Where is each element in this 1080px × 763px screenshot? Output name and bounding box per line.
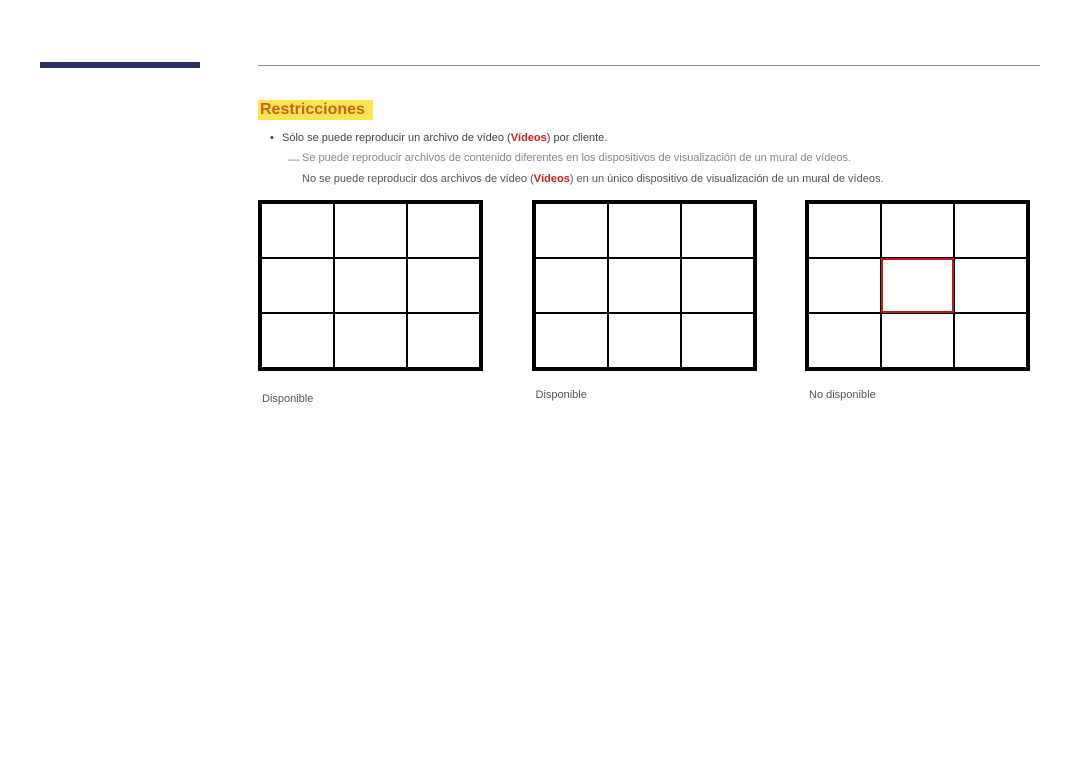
grid-cell — [535, 258, 608, 313]
dash-icon: ― — [288, 150, 302, 169]
grid-example-unavailable: No disponible — [805, 200, 1030, 405]
grid-caption: Disponible — [532, 389, 757, 401]
text-fragment: ) por cliente. — [547, 132, 608, 144]
list-item: • Sólo se puede reproducir un archivo de… — [270, 130, 1020, 148]
list-subitem-text: Se puede reproducir archivos de contenid… — [302, 150, 851, 168]
grid-caption: Disponible — [258, 393, 483, 405]
grid-cell — [608, 313, 681, 368]
list-subitem: ― Se puede reproducir archivos de conten… — [288, 150, 1020, 169]
grid-examples: Disponible Disponible No disponi — [258, 200, 1030, 405]
grid-example-available-1: Disponible — [258, 200, 483, 405]
section-title: Restricciones — [258, 100, 373, 120]
grid-cell — [261, 258, 334, 313]
list-subitem-text: No se puede reproducir dos archivos de v… — [302, 171, 884, 189]
text-fragment: No se puede reproducir dos archivos de v… — [302, 173, 534, 185]
grid-cell — [881, 203, 954, 258]
list-item-text: Sólo se puede reproducir un archivo de v… — [282, 130, 1020, 148]
restrictions-list: • Sólo se puede reproducir un archivo de… — [270, 130, 1020, 188]
grid-cell — [334, 203, 407, 258]
grid-cell — [334, 313, 407, 368]
grid-cell — [608, 258, 681, 313]
list-subitem: No se puede reproducir dos archivos de v… — [302, 171, 1020, 189]
grid-cell — [954, 258, 1027, 313]
grid-cell — [808, 258, 881, 313]
grid-cell-highlighted — [881, 258, 954, 313]
bullet-icon: • — [270, 130, 282, 148]
grid-cell — [261, 313, 334, 368]
grid-example-available-2: Disponible — [532, 200, 757, 405]
grid-cell — [954, 313, 1027, 368]
text-emphasis: Vídeos — [534, 173, 570, 185]
grid-cell — [681, 313, 754, 368]
grid-cell — [261, 203, 334, 258]
grid-cell — [535, 203, 608, 258]
grid-3x3 — [258, 200, 483, 371]
grid-cell — [608, 203, 681, 258]
text-fragment: ) en un único dispositivo de visualizaci… — [570, 173, 884, 185]
grid-cell — [407, 313, 480, 368]
grid-cell — [808, 203, 881, 258]
text-emphasis: Vídeos — [511, 132, 547, 144]
header-accent-bar — [40, 62, 200, 68]
grid-cell — [535, 313, 608, 368]
grid-cell — [954, 203, 1027, 258]
grid-cell — [407, 258, 480, 313]
grid-cell — [808, 313, 881, 368]
grid-cell — [407, 203, 480, 258]
header-divider — [258, 65, 1040, 66]
grid-cell — [681, 258, 754, 313]
text-fragment: Sólo se puede reproducir un archivo de v… — [282, 132, 511, 144]
grid-cell — [881, 313, 954, 368]
grid-cell — [334, 258, 407, 313]
grid-3x3 — [532, 200, 757, 371]
grid-cell — [681, 203, 754, 258]
grid-caption: No disponible — [805, 389, 1030, 401]
grid-3x3 — [805, 200, 1030, 371]
